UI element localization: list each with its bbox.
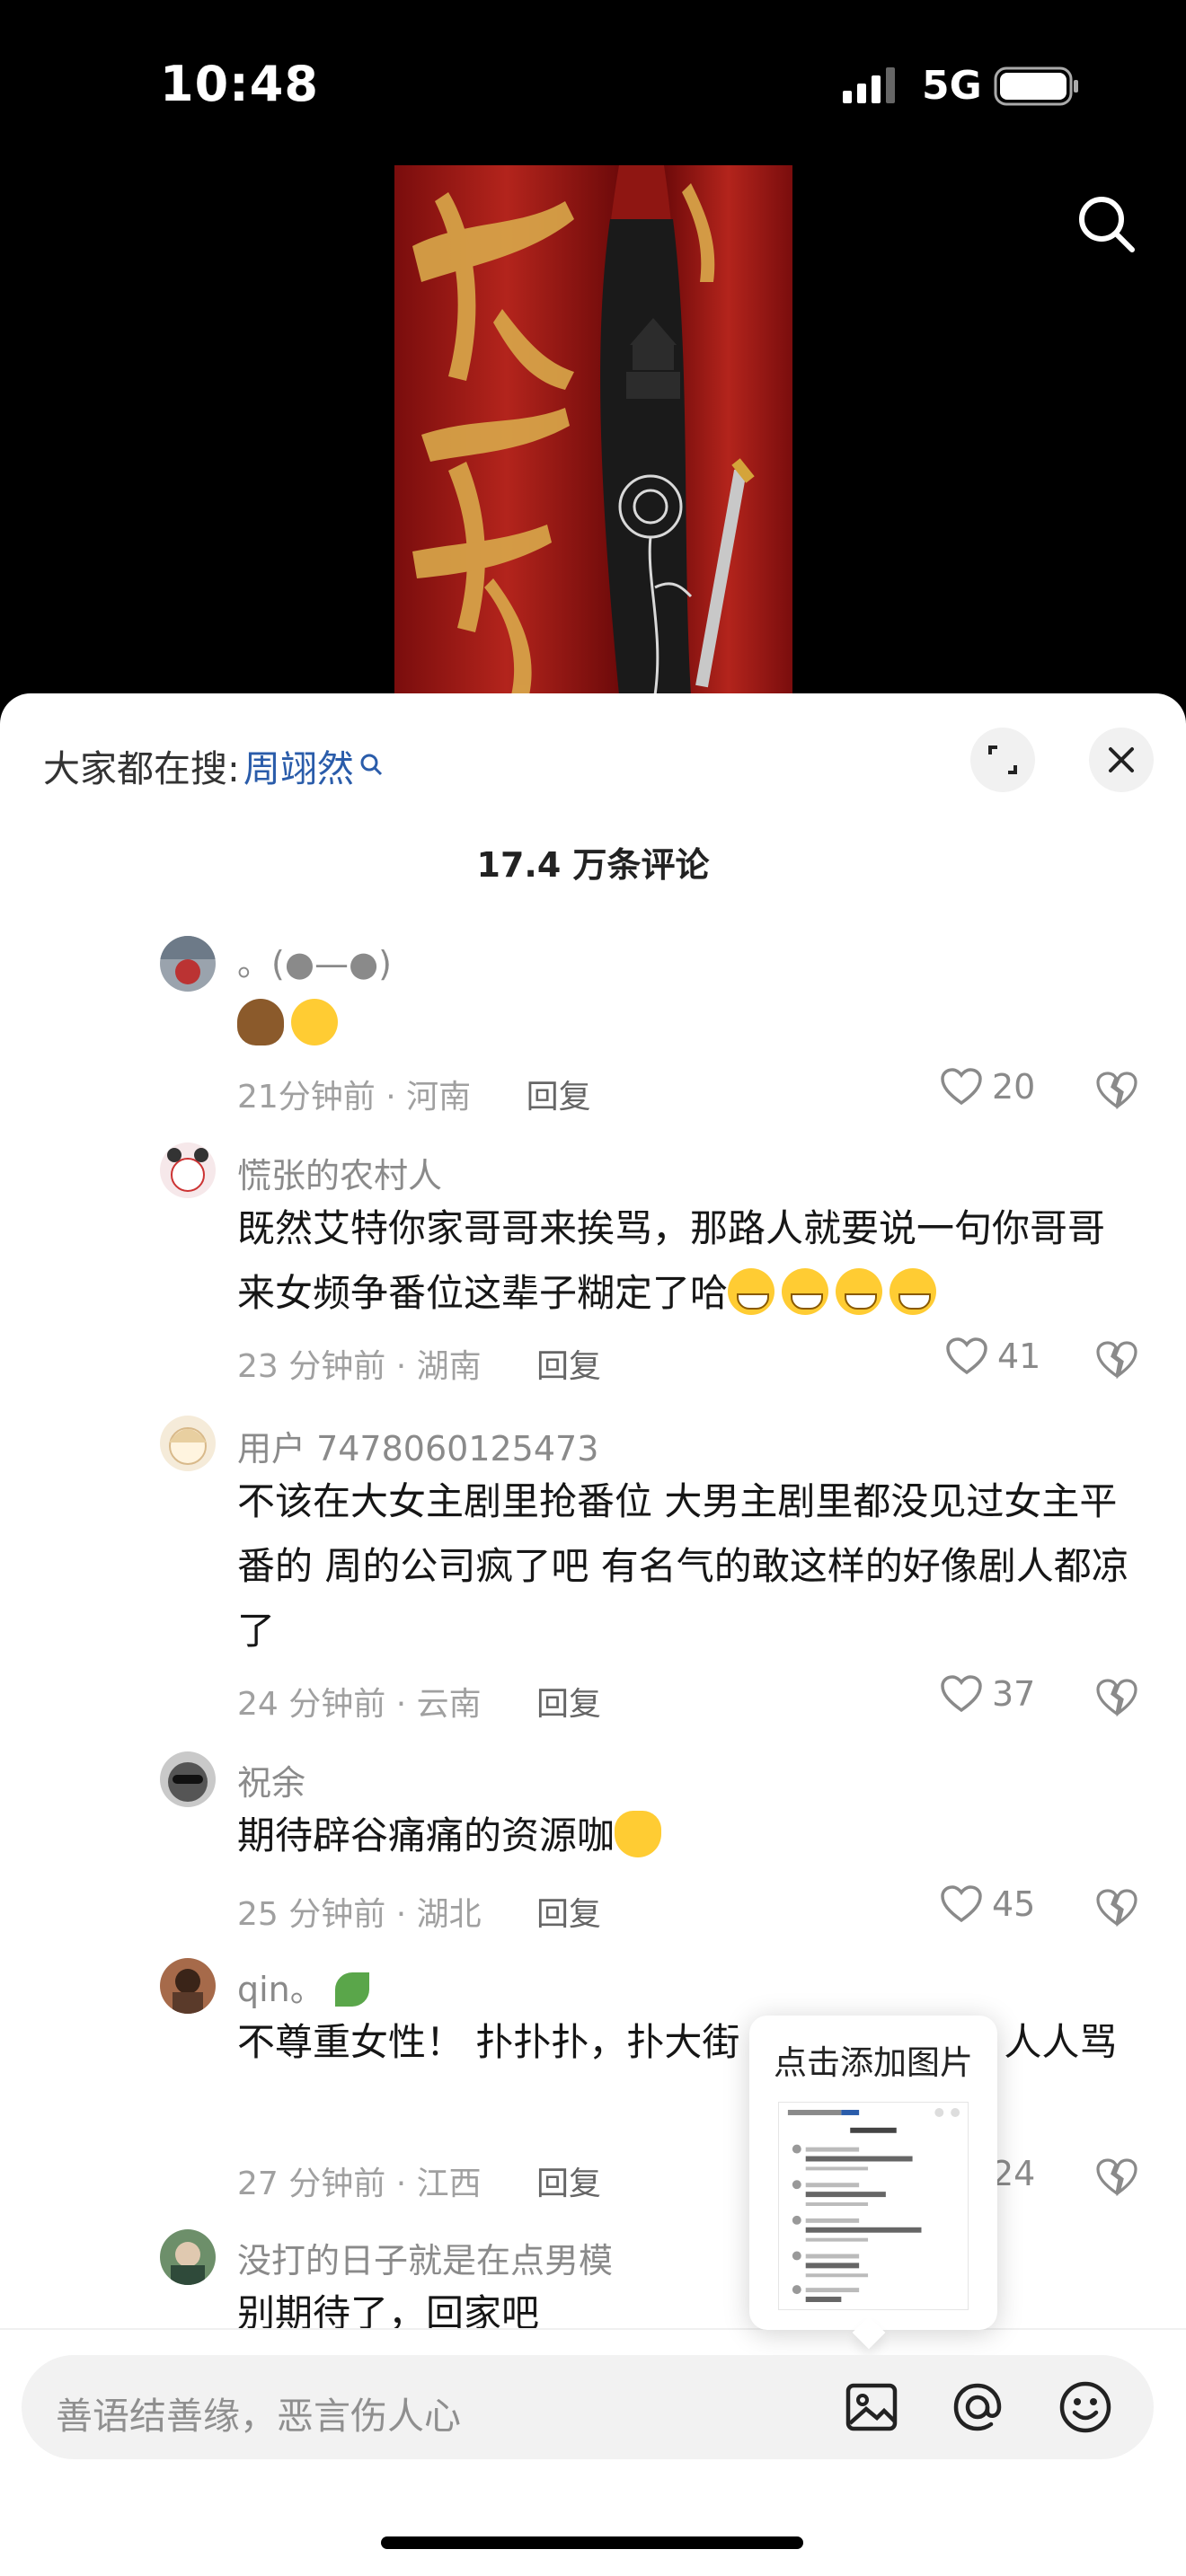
leaf-emoji-icon [334, 1972, 369, 2007]
reply-button[interactable]: 回复 [536, 1348, 601, 1385]
small-search-icon [360, 754, 382, 776]
comment-username[interactable]: 慌张的农村人 [237, 1148, 442, 1197]
heart-icon [946, 1337, 987, 1375]
comment-time: 24 分钟前 · 云南 [237, 1686, 482, 1723]
like-button[interactable]: 41 [945, 1337, 1040, 1376]
expand-button[interactable] [970, 728, 1035, 792]
close-button[interactable] [1089, 728, 1154, 792]
at-icon[interactable] [949, 2378, 1006, 2436]
status-bar: 10:48 5G [0, 0, 1186, 171]
comment-text: 不尊重女性！ 扑扑扑，扑大街 人，人人骂 [237, 2010, 1145, 2075]
comment-time: 21分钟前 · 河南 [237, 1079, 472, 1116]
grin-sweat-emoji-icon [836, 1268, 883, 1315]
comment-meta: 21分钟前 · 河南 回复 [237, 1071, 591, 1117]
divider [0, 2328, 1186, 2330]
comment-meta: 27 分钟前 · 江西 回复 [237, 2157, 601, 2204]
comment-text: 别期待了，回家吧 [237, 2291, 540, 2328]
comment-meta: 23 分钟前 · 湖南 回复 [237, 1340, 601, 1387]
trending-search[interactable]: 大家都在搜: 周翊然 [43, 738, 385, 792]
comment-username[interactable]: 用户 7478060125473 [237, 1421, 598, 1470]
comment-time: 23 分钟前 · 湖南 [237, 1348, 482, 1385]
avatar[interactable] [160, 1751, 216, 1807]
finger-heart-emoji-icon [615, 1811, 662, 1857]
comment-text: 期待辟谷痛痛的资源咖 [237, 1804, 1136, 1868]
comment-username[interactable]: 祝余 [237, 1755, 305, 1804]
avatar[interactable] [160, 1958, 216, 2014]
comment-username[interactable]: 没打的日子就是在点男模 [237, 2233, 613, 2282]
comment-username-text: qin。 [237, 1970, 324, 2009]
home-indicator[interactable] [381, 2536, 803, 2549]
grin-sweat-emoji-icon [782, 1268, 829, 1315]
reply-button[interactable]: 回复 [527, 1079, 591, 1116]
emoji-icon[interactable] [1057, 2378, 1114, 2436]
comment-item: 没打的日子就是在点男模 别期待了，回家吧 [0, 2228, 1186, 2328]
broken-heart-icon[interactable] [1094, 1338, 1139, 1380]
like-count: 37 [992, 1674, 1036, 1714]
thinking-emoji-icon [291, 999, 338, 1045]
signal-icon [843, 67, 895, 103]
like-button[interactable]: 45 [940, 1884, 1035, 1924]
popup-title: 点击添加图片 [774, 2043, 973, 2082]
close-icon [1109, 747, 1134, 772]
like-count: 45 [992, 1884, 1036, 1924]
avatar[interactable] [160, 1142, 216, 1198]
comment-count: 17.4 万条评论 [476, 845, 710, 885]
comment-input-placeholder[interactable]: 善语结善缘，恶言伤人心 [56, 2386, 461, 2439]
trending-label: 大家都在搜: [43, 747, 240, 790]
broken-heart-icon[interactable] [1094, 1069, 1139, 1110]
grin-sweat-emoji-icon [728, 1268, 775, 1315]
expand-icon [988, 745, 1017, 774]
like-count: 20 [992, 1067, 1036, 1107]
avatar[interactable] [160, 2229, 216, 2285]
grin-sweat-emoji-icon [890, 1268, 937, 1315]
reply-button[interactable]: 回复 [536, 2166, 601, 2202]
broken-heart-icon[interactable] [1094, 1886, 1139, 1928]
like-count: 41 [997, 1337, 1041, 1376]
trending-keyword[interactable]: 周翊然 [243, 738, 354, 792]
image-icon[interactable] [843, 2378, 900, 2436]
comment-text-content: 既然艾特你家哥哥来挨骂，那路人就要说一句你哥哥来女频争番位这辈子糊定了哈 [237, 1206, 1106, 1315]
comment-username[interactable]: qin。 [237, 1962, 376, 2011]
comment-time: 25 分钟前 · 湖北 [237, 1896, 482, 1933]
search-icon[interactable] [1075, 192, 1137, 255]
comment-time: 27 分钟前 · 江西 [237, 2166, 482, 2202]
battery-icon [994, 66, 1078, 106]
screenshot-thumbnail[interactable] [778, 2102, 969, 2310]
comment-text-content: 不尊重女性！ 扑扑扑，扑大街 [237, 2020, 740, 2064]
comment-meta: 24 分钟前 · 云南 回复 [237, 1678, 601, 1725]
poo-emoji-icon [237, 999, 284, 1045]
comment-input-bar[interactable]: 善语结善缘，恶言伤人心 [22, 2355, 1154, 2459]
heart-icon [941, 1885, 982, 1923]
avatar[interactable] [160, 936, 216, 992]
add-image-popup[interactable]: 点击添加图片 [749, 2016, 997, 2350]
comment-username[interactable]: 。(●—●) [237, 936, 392, 985]
reply-button[interactable]: 回复 [536, 1896, 601, 1933]
comment-text [237, 992, 1136, 1056]
comment-text: 既然艾特你家哥哥来挨骂，那路人就要说一句你哥哥来女频争番位这辈子糊定了哈 [237, 1196, 1136, 1326]
broken-heart-icon[interactable] [1094, 2156, 1139, 2197]
heart-icon [941, 1675, 982, 1713]
reply-button[interactable]: 回复 [536, 1686, 601, 1723]
status-time: 10:48 [160, 56, 319, 112]
heart-icon [941, 1068, 982, 1106]
avatar[interactable] [160, 1416, 216, 1471]
comment-text-content: 期待辟谷痛痛的资源咖 [237, 1813, 615, 1857]
video-poster[interactable] [394, 165, 792, 695]
comment-meta: 25 分钟前 · 湖北 回复 [237, 1888, 601, 1935]
comment-text: 不该在大女主剧里抢番位 大男主剧里都没见过女主平番的 周的公司疯了吧 有名气的敢… [237, 1479, 1129, 1653]
like-count: 24 [992, 2154, 1036, 2193]
like-button[interactable]: 37 [940, 1674, 1035, 1714]
like-button[interactable]: 20 [940, 1067, 1035, 1107]
network-label: 5G [922, 63, 982, 109]
broken-heart-icon[interactable] [1094, 1676, 1139, 1717]
